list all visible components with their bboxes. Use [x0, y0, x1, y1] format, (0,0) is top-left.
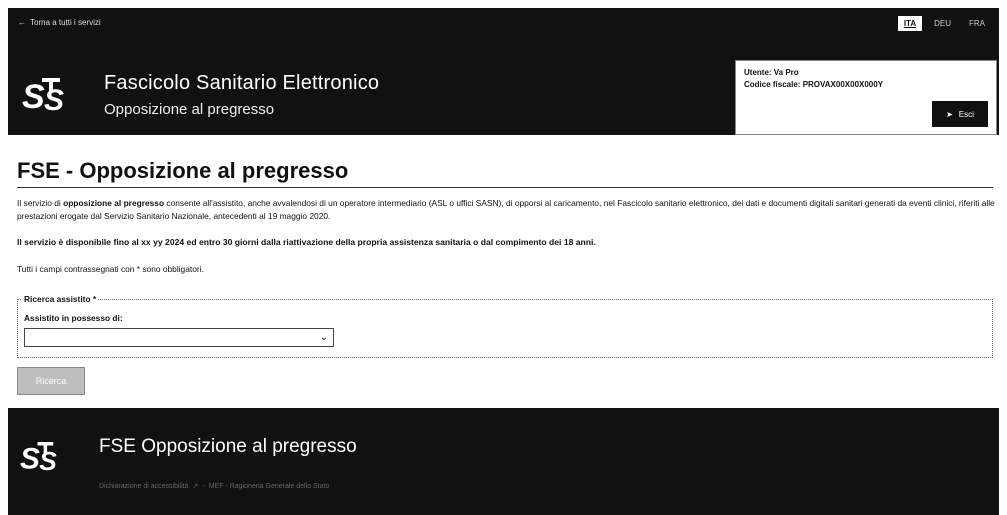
svg-text:S: S — [22, 78, 45, 116]
mef-link[interactable]: MEF - Ragioneria Generale dello Stato — [209, 483, 330, 490]
svg-text:S: S — [20, 442, 40, 475]
availability-text: Il servizio è disponibile fino al xx yy … — [17, 237, 596, 247]
required-fields-note: Tutti i campi contrassegnati con * sono … — [17, 264, 204, 274]
sts-footer-logo: S S — [20, 442, 57, 476]
lang-deu[interactable]: DEU — [928, 16, 957, 31]
user-name: Utente: Va Pro — [744, 68, 799, 77]
footer-links: Dichiarazione di accessibilità ↗ - MEF -… — [99, 482, 330, 491]
sts-logo: S S — [22, 78, 64, 116]
user-fiscal-code: Codice fiscale: PROVAX00X00X000Y — [744, 80, 884, 89]
title-divider — [17, 187, 993, 188]
logout-label: Esci — [958, 109, 974, 119]
intro-rest: consente all'assistito, anche avvalendos… — [17, 198, 995, 221]
intro-text: Il servizio di opposizione al pregresso … — [17, 197, 997, 223]
app-title-block: Fascicolo Sanitario Elettronico Opposizi… — [104, 72, 379, 118]
search-button[interactable]: Ricerca — [17, 367, 85, 395]
footer-separator: - — [202, 482, 205, 490]
chevron-down-icon: ⌄ — [319, 332, 328, 343]
search-legend: Ricerca assistito * — [22, 294, 99, 304]
document-type-select[interactable]: ⌄ — [24, 328, 334, 347]
svg-text:S: S — [39, 446, 57, 476]
page-title: FSE - Opposizione al pregresso — [17, 158, 349, 183]
intro-bold: opposizione al pregresso — [63, 198, 165, 208]
logout-icon: ➤ — [946, 109, 953, 119]
language-switcher: ITA DEU FRA — [897, 16, 991, 31]
accessibility-link[interactable]: Dichiarazione di accessibilità — [99, 483, 189, 490]
app-title: Fascicolo Sanitario Elettronico — [104, 72, 380, 94]
lang-ita[interactable]: ITA — [897, 16, 923, 31]
external-link-icon: ↗ — [192, 483, 199, 490]
footer: S S FSE Opposizione al pregresso Dichiar… — [8, 408, 999, 515]
logout-button[interactable]: ➤ Esci — [932, 101, 988, 127]
intro-prefix: Il servizio di — [17, 198, 64, 208]
app-subtitle: Opposizione al pregresso — [104, 101, 275, 118]
back-to-services-link[interactable]: ← Torna a tutti i servizi — [18, 18, 101, 27]
search-fieldset: Ricerca assistito * Assistito in possess… — [17, 294, 993, 358]
back-link-label: Torna a tutti i servizi — [30, 18, 101, 27]
svg-text:S: S — [44, 84, 64, 116]
arrow-left-icon: ← — [18, 18, 26, 27]
header: ← Torna a tutti i servizi ITA DEU FRA S … — [8, 8, 999, 135]
footer-title: FSE Opposizione al pregresso — [99, 436, 357, 457]
document-type-label: Assistito in possesso di: — [24, 313, 123, 323]
lang-fra[interactable]: FRA — [963, 16, 991, 31]
user-panel: Utente: Va Pro Codice fiscale: PROVAX00X… — [735, 60, 997, 135]
